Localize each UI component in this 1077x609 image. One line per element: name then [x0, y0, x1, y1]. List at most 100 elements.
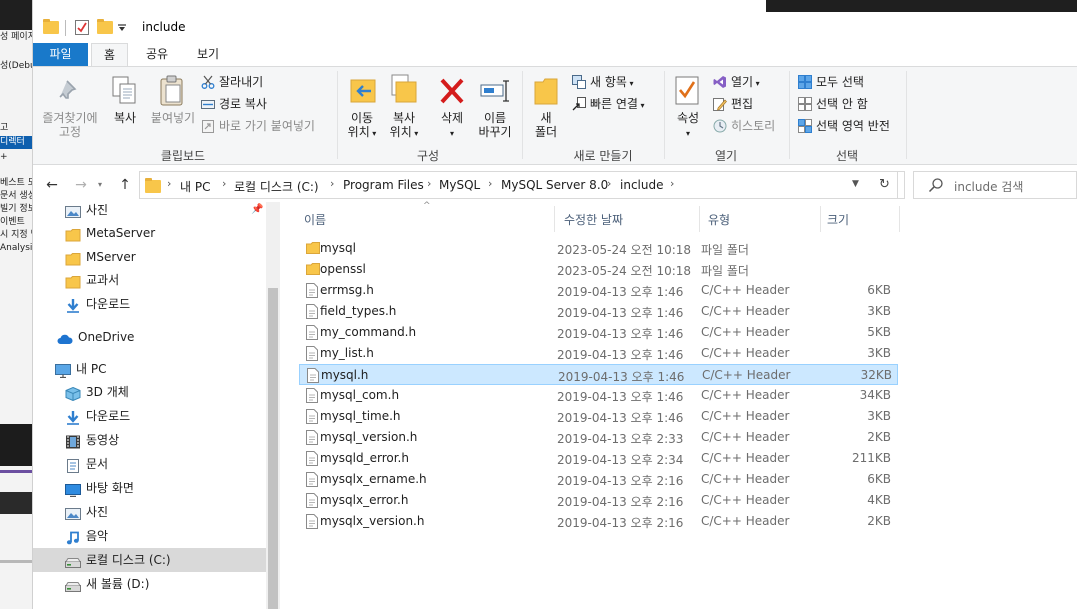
group-label-select: 선택	[835, 149, 859, 163]
navigation-scrollbar[interactable]	[266, 202, 280, 609]
copy-path-label: 경로 복사	[219, 97, 267, 111]
documents-icon	[65, 457, 81, 473]
file-row[interactable]: errmsg.h 2019-04-13 오후 1:46 C/C++ Header 6K…	[299, 280, 898, 301]
delete-button[interactable]: 삭제 ▾	[433, 111, 471, 141]
breadcrumb-chevron-icon[interactable]: ›	[330, 177, 334, 190]
file-size: 2KB	[867, 514, 891, 528]
breadcrumb-local-disk[interactable]: 로컬 디스크 (C:)	[234, 178, 319, 195]
column-divider[interactable]	[699, 206, 700, 232]
nav-item[interactable]: 음악	[33, 524, 266, 548]
address-bar[interactable]: › 내 PC › 로컬 디스크 (C:) › Program Files › M…	[139, 171, 905, 199]
select-all-button[interactable]: 모두 선택	[798, 74, 864, 90]
nav-item[interactable]: 다운로드	[33, 292, 266, 316]
properties-quick-access-icon[interactable]	[75, 20, 89, 35]
nav-item[interactable]: 3D 개체	[33, 380, 266, 404]
nav-item[interactable]: 내 PC	[33, 357, 266, 381]
nav-item[interactable]: 동영상	[33, 428, 266, 452]
breadcrumb-chevron-icon[interactable]: ›	[167, 177, 171, 190]
history-icon	[713, 119, 727, 133]
open-button[interactable]: 열기 ▾	[713, 74, 760, 92]
file-row[interactable]: my_command.h 2019-04-13 오후 1:46 C/C++ Head…	[299, 322, 898, 343]
breadcrumb-mysql-server[interactable]: MySQL Server 8.0	[501, 178, 608, 192]
nav-item[interactable]: 문서	[33, 452, 266, 476]
breadcrumb-this-pc[interactable]: 내 PC	[180, 178, 210, 195]
file-row[interactable]: mysql_com.h 2019-04-13 오후 1:46 C/C++ Heade…	[299, 385, 898, 406]
breadcrumb-mysql[interactable]: MySQL	[439, 178, 480, 192]
rename-button[interactable]: 이름 바꾸기	[472, 111, 518, 139]
up-arrow-icon[interactable]: ↑	[116, 175, 134, 195]
column-header-date[interactable]: 수정한 날짜	[564, 211, 623, 228]
search-box[interactable]: include 검색	[913, 171, 1077, 199]
navigation-scrollbar-thumb[interactable]	[268, 288, 278, 609]
nav-item[interactable]: 사진	[33, 500, 266, 524]
file-row[interactable]: mysql 2023-05-24 오전 10:18 파일 폴더	[299, 238, 898, 259]
new-item-label: 새 항목	[590, 75, 627, 89]
chevron-down-icon: ▾	[685, 129, 690, 138]
forward-arrow-icon[interactable]: →	[72, 175, 90, 195]
file-row[interactable]: mysqlx_version.h 2019-04-13 오후 2:16 C/C++ …	[299, 511, 898, 532]
nav-item[interactable]: 다운로드	[33, 404, 266, 428]
file-row[interactable]: my_list.h 2019-04-13 오후 1:46 C/C++ Header 3…	[299, 343, 898, 364]
breadcrumb-chevron-icon[interactable]: ›	[427, 177, 431, 190]
recent-locations-chevron-icon[interactable]: ▾	[94, 175, 106, 195]
copy-path-button[interactable]: 경로 복사	[201, 96, 267, 112]
back-arrow-icon[interactable]: ←	[43, 175, 61, 195]
column-header-size[interactable]: 크기	[827, 211, 849, 228]
nav-item[interactable]: 바탕 화면	[33, 476, 266, 500]
move-to-button[interactable]: 이동 위치 ▾	[339, 111, 385, 141]
breadcrumb-program-files[interactable]: Program Files	[343, 178, 424, 192]
paste-shortcut-button[interactable]: 바로 가기 붙여넣기	[201, 118, 315, 134]
refresh-icon[interactable]: ↻	[872, 171, 898, 199]
nav-item[interactable]: MServer	[33, 245, 266, 269]
pin-to-quick-access-button[interactable]: 즐겨찾기에 고정	[39, 111, 101, 139]
column-header-type[interactable]: 유형	[708, 211, 730, 228]
nav-item[interactable]: 로컬 디스크 (C:)	[33, 548, 266, 572]
cut-button[interactable]: 잘라내기	[201, 74, 263, 90]
new-folder-quick-access-icon[interactable]	[97, 19, 113, 34]
history-button[interactable]: 히스토리	[713, 118, 775, 134]
breadcrumb-chevron-icon[interactable]: ›	[488, 177, 492, 190]
file-row[interactable]: mysqlx_ername.h 2019-04-13 오후 2:16 C/C++ H…	[299, 469, 898, 490]
visual-studio-icon	[713, 76, 726, 88]
copy-to-label: 복사	[392, 111, 416, 125]
column-divider[interactable]	[899, 206, 900, 232]
customize-quick-access-icon[interactable]	[118, 24, 127, 32]
properties-button[interactable]: 속성 ▾	[669, 111, 707, 141]
nav-item[interactable]: OneDrive	[33, 325, 266, 349]
column-divider[interactable]	[820, 206, 821, 232]
file-row[interactable]: field_types.h 2019-04-13 오후 1:46 C/C++ Hea…	[299, 301, 898, 322]
tab-file[interactable]: 파일	[33, 43, 88, 66]
address-history-chevron-icon[interactable]: ▼	[852, 179, 859, 189]
breadcrumb-chevron-icon[interactable]: ›	[670, 177, 674, 190]
column-divider[interactable]	[554, 206, 555, 232]
file-row[interactable]: mysqld_error.h 2019-04-13 오후 2:34 C/C++ He…	[299, 448, 898, 469]
nav-item[interactable]: 새 볼륨 (D:)	[33, 572, 266, 596]
copy-to-button[interactable]: 복사 위치 ▾	[381, 111, 427, 141]
easy-access-button[interactable]: 빠른 연결 ▾	[572, 96, 645, 114]
copy-button[interactable]: 복사	[107, 111, 143, 125]
file-row[interactable]: mysqlx_error.h 2019-04-13 오후 2:16 C/C++ He…	[299, 490, 898, 511]
nav-item[interactable]: 사진 📌	[33, 198, 266, 222]
file-date: 2019-04-13 오후 1:46	[557, 348, 684, 362]
tab-view[interactable]: 보기	[185, 43, 231, 66]
invert-selection-button[interactable]: 선택 영역 반전	[798, 118, 890, 134]
tab-home[interactable]: 홈	[91, 43, 128, 66]
nav-item[interactable]: MetaServer	[33, 221, 266, 245]
new-item-button[interactable]: 새 항목 ▾	[572, 74, 634, 92]
file-row[interactable]: mysql_time.h 2019-04-13 오후 1:46 C/C++ Head…	[299, 406, 898, 427]
new-folder-button[interactable]: 새 폴더	[529, 111, 563, 139]
file-row[interactable]: openssl 2023-05-24 오전 10:18 파일 폴더	[299, 259, 898, 280]
file-row[interactable]: mysql.h 2019-04-13 오후 1:46 C/C++ Header 32K…	[299, 364, 898, 385]
breadcrumb-include[interactable]: include	[620, 178, 663, 192]
breadcrumb-chevron-icon[interactable]: ›	[607, 177, 611, 190]
new-folder-label-2: 폴더	[534, 125, 558, 139]
paste-button[interactable]: 붙여넣기	[147, 111, 199, 125]
breadcrumb-chevron-icon[interactable]: ›	[222, 177, 226, 190]
file-row[interactable]: mysql_version.h 2019-04-13 오후 2:33 C/C++ H…	[299, 427, 898, 448]
edit-button[interactable]: 편집	[713, 96, 753, 112]
select-none-button[interactable]: 선택 안 함	[798, 96, 868, 112]
column-header-name[interactable]: 이름	[304, 211, 326, 228]
ribbon-group-divider	[906, 71, 907, 159]
tab-share[interactable]: 공유	[135, 43, 179, 66]
nav-item[interactable]: 교과서	[33, 268, 266, 292]
